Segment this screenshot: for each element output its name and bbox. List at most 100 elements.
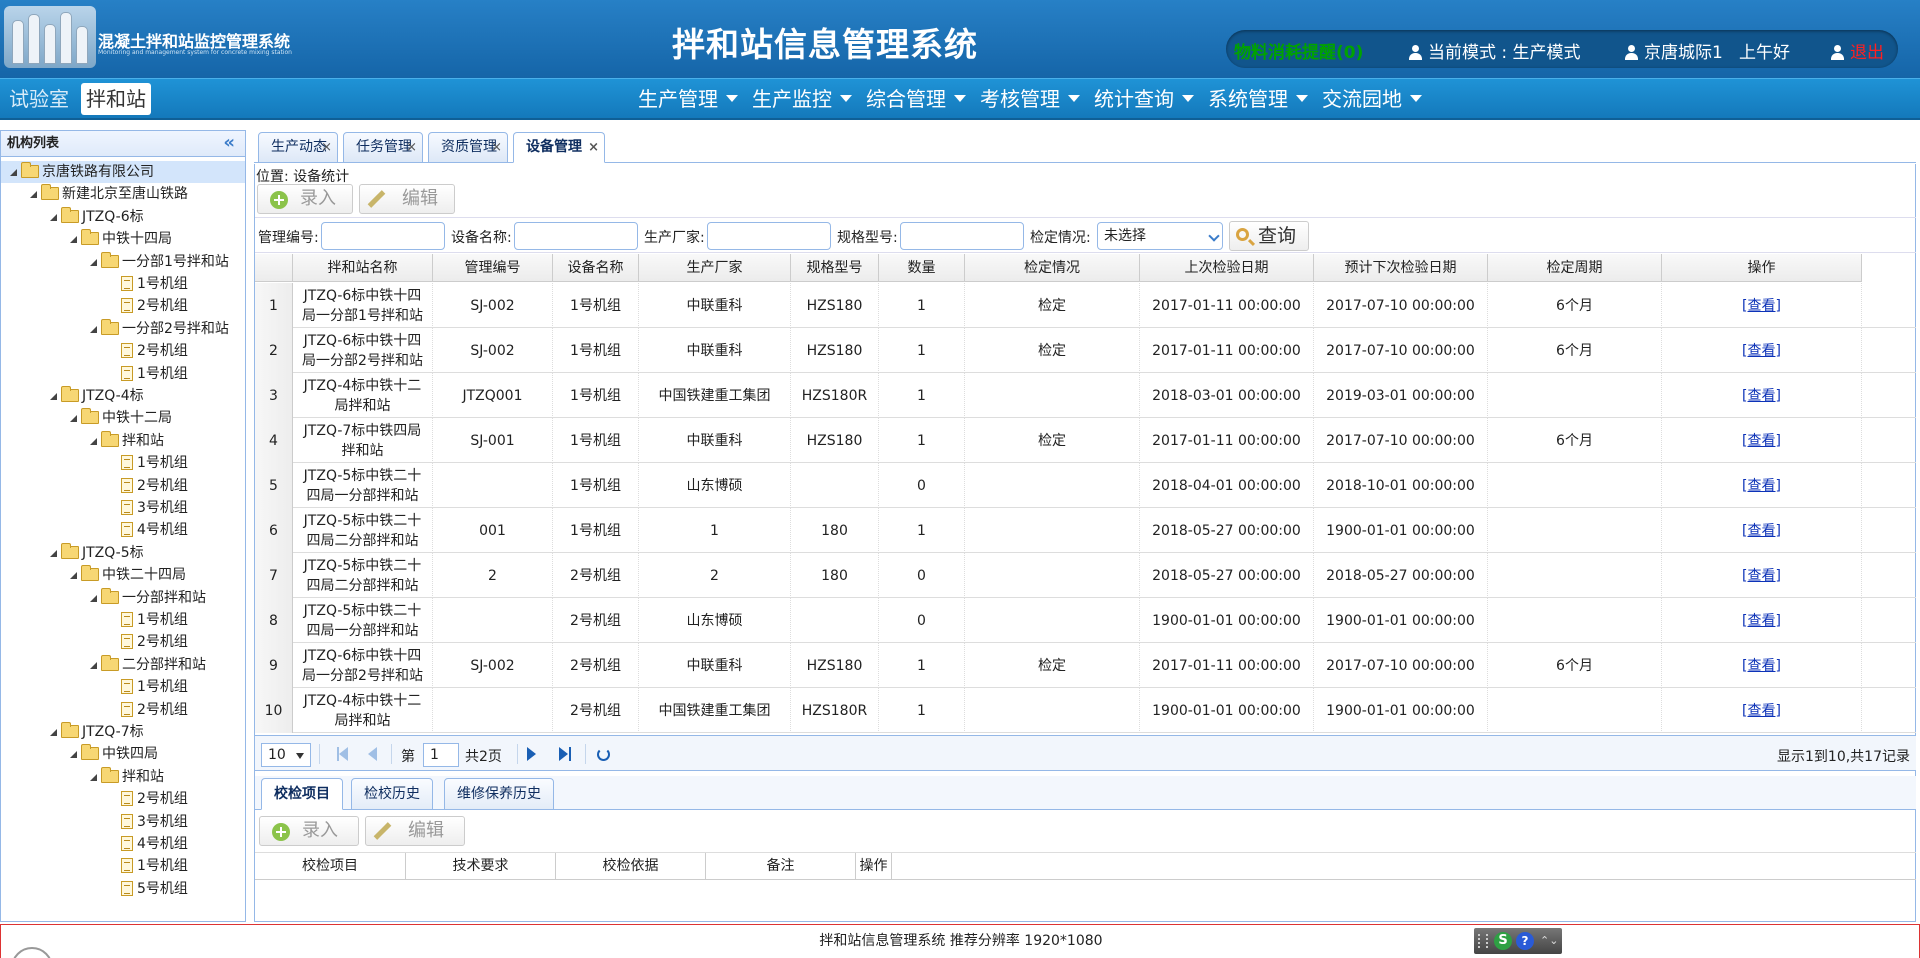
tree-node-folder[interactable]: 一分部1号拌和站 [87,251,229,273]
view-link[interactable]: [查看] [1742,476,1781,496]
view-link[interactable]: [查看] [1742,566,1781,586]
expanded-arrow-icon[interactable] [47,721,61,743]
view-link[interactable]: [查看] [1742,611,1781,631]
column-header[interactable]: 生产厂家 [639,254,791,282]
table-row[interactable]: 10 JTZQ-4标中铁十二局拌和站 2号机组 中国铁建重工集团 HZS180R 1 190… [255,688,1916,733]
collapse-icon[interactable]: « [223,131,235,155]
expanded-arrow-icon[interactable] [87,430,101,452]
tree-node-folder[interactable]: 新建北京至唐山铁路 [27,183,188,205]
menu-production[interactable]: 生产管理 [638,79,738,119]
tree-node-leaf[interactable]: 4号机组 [121,519,188,541]
refresh-icon[interactable] [597,748,610,761]
column-header[interactable]: 数量 [879,254,965,282]
table-row[interactable]: 7 JTZQ-5标中铁二十四局二分部拌和站 2 2号机组 2 180 0 2018-05-27… [255,553,1916,598]
view-link[interactable]: [查看] [1742,701,1781,721]
next-page-icon[interactable] [527,747,536,761]
add-button[interactable]: 录入 [257,184,353,214]
menu-statistics[interactable]: 统计查询 [1094,79,1194,119]
tree-node-leaf[interactable]: 2号机组 [121,475,188,497]
name-input[interactable] [514,222,638,250]
expanded-arrow-icon[interactable] [87,251,101,273]
column-header[interactable]: 操作 [1662,254,1862,282]
tab-calibration-history[interactable]: 检校历史 [351,778,433,810]
tab-maintenance-history[interactable]: 维修保养历史 [444,778,554,810]
view-link[interactable]: [查看] [1742,296,1781,316]
tree-node-leaf[interactable]: 2号机组 [121,699,188,721]
tree-node-folder[interactable]: 一分部2号拌和站 [87,318,229,340]
table-row[interactable]: 1 JTZQ-6标中铁十四局一分部1号拌和站 SJ-002 1号机组 中联重科 HZS18… [255,283,1916,328]
column-header[interactable]: 上次检验日期 [1140,254,1314,282]
tree-node-folder[interactable]: 一分部拌和站 [87,587,206,609]
page-input[interactable]: 1 [423,743,459,767]
material-alert-link[interactable]: 物料消耗提醒(0) [1234,38,1363,63]
previous-page-icon[interactable] [368,747,377,761]
tree-node-leaf[interactable]: 1号机组 [121,609,188,631]
module-mixing-station[interactable]: 拌和站 [81,83,151,115]
expanded-arrow-icon[interactable] [47,385,61,407]
close-icon[interactable]: × [588,133,599,162]
tree-node-leaf[interactable]: 2号机组 [121,788,188,810]
tab-equipment-management[interactable]: 设备管理 × [513,132,605,163]
table-row[interactable]: 6 JTZQ-5标中铁二十四局二分部拌和站 001 1号机组 1 180 1 2018-05-… [255,508,1916,553]
tab-calibration-items[interactable]: 校检项目 [261,778,343,810]
search-button[interactable]: 查询 [1229,221,1309,251]
table-row[interactable]: 3 JTZQ-4标中铁十二局拌和站 JTZQ001 1号机组 中国铁建重工集团 HZS18… [255,373,1916,418]
tree-node-leaf[interactable]: 3号机组 [121,811,188,833]
tree-node-folder[interactable]: 中铁二十四局 [67,564,186,586]
expanded-arrow-icon[interactable] [47,206,61,228]
code-input[interactable] [321,222,445,250]
tree-node-leaf[interactable]: 5号机组 [121,878,188,900]
table-row[interactable]: 2 JTZQ-6标中铁十四局一分部2号拌和站 SJ-002 1号机组 中联重科 HZS18… [255,328,1916,373]
expanded-arrow-icon[interactable] [67,228,81,250]
tree-node-folder[interactable]: 中铁十二局 [67,407,172,429]
ime-toolbar[interactable]: S ? ⌃⌄ [1474,928,1562,954]
expanded-arrow-icon[interactable] [67,407,81,429]
tree-node-leaf[interactable]: 2号机组 [121,340,188,362]
menu-system[interactable]: 系统管理 [1208,79,1308,119]
logout-link[interactable]: 退出 [1850,43,1884,63]
menu-general[interactable]: 综合管理 [866,79,966,119]
menu-monitoring[interactable]: 生产监控 [752,79,852,119]
close-icon[interactable]: × [321,133,332,162]
table-row[interactable]: 9 JTZQ-6标中铁十四局一分部2号拌和站 SJ-002 2号机组 中联重科 HZS18… [255,643,1916,688]
view-link[interactable]: [查看] [1742,386,1781,406]
tree-node-leaf[interactable]: 2号机组 [121,631,188,653]
close-icon[interactable]: × [406,133,417,162]
column-header[interactable]: 拌和站名称 [293,254,433,282]
column-header[interactable]: 预计下次检验日期 [1314,254,1488,282]
help-icon[interactable]: ? [1516,932,1534,950]
page-size-select[interactable]: 10 [261,743,311,767]
model-input[interactable] [900,222,1024,250]
column-header[interactable]: 设备名称 [553,254,639,282]
tree-node-folder[interactable]: 中铁十四局 [67,228,172,250]
tree-node-folder[interactable]: JTZQ-6标 [47,206,144,228]
table-row[interactable]: 5 JTZQ-5标中铁二十四局一分部拌和站 1号机组 山东博硕 0 2018-04-01 … [255,463,1916,508]
tree-node-folder[interactable]: JTZQ-7标 [47,721,144,743]
table-row[interactable]: 8 JTZQ-5标中铁二十四局一分部拌和站 2号机组 山东博硕 0 1900-01-01 … [255,598,1916,643]
tree-node-leaf[interactable]: 1号机组 [121,363,188,385]
tree-node-leaf[interactable]: 1号机组 [121,676,188,698]
tree-node-folder[interactable]: 拌和站 [87,766,164,788]
tree-node-leaf[interactable]: 4号机组 [121,833,188,855]
menu-assessment[interactable]: 考核管理 [980,79,1080,119]
tree-node-leaf[interactable]: 1号机组 [121,855,188,877]
column-header[interactable]: 管理编号 [433,254,553,282]
expanded-arrow-icon[interactable] [67,743,81,765]
expand-icon[interactable]: ⌃⌄ [1540,934,1558,947]
module-lab[interactable]: 试验室 [4,83,74,115]
expanded-arrow-icon[interactable] [7,161,21,183]
tree-node-folder[interactable]: 拌和站 [87,430,164,452]
tab-production-dynamic[interactable]: 生产动态 × [258,132,338,163]
tree-node-leaf[interactable]: 1号机组 [121,273,188,295]
tree-node-folder[interactable]: JTZQ-5标 [47,542,144,564]
maker-input[interactable] [707,222,831,250]
detail-edit-button[interactable]: 编辑 [365,816,465,846]
tree-node-folder[interactable]: 中铁四局 [67,743,158,765]
tree-node-folder[interactable]: 京唐铁路有限公司 [1,161,245,183]
tree-node-folder[interactable]: 二分部拌和站 [87,654,206,676]
table-row[interactable]: 4 JTZQ-7标中铁四局拌和站 SJ-001 1号机组 中联重科 HZS180 1 检定 20… [255,418,1916,463]
expanded-arrow-icon[interactable] [87,766,101,788]
tree-node-leaf[interactable]: 2号机组 [121,295,188,317]
sogou-icon[interactable]: S [1494,932,1512,950]
tree-node-folder[interactable]: JTZQ-4标 [47,385,144,407]
